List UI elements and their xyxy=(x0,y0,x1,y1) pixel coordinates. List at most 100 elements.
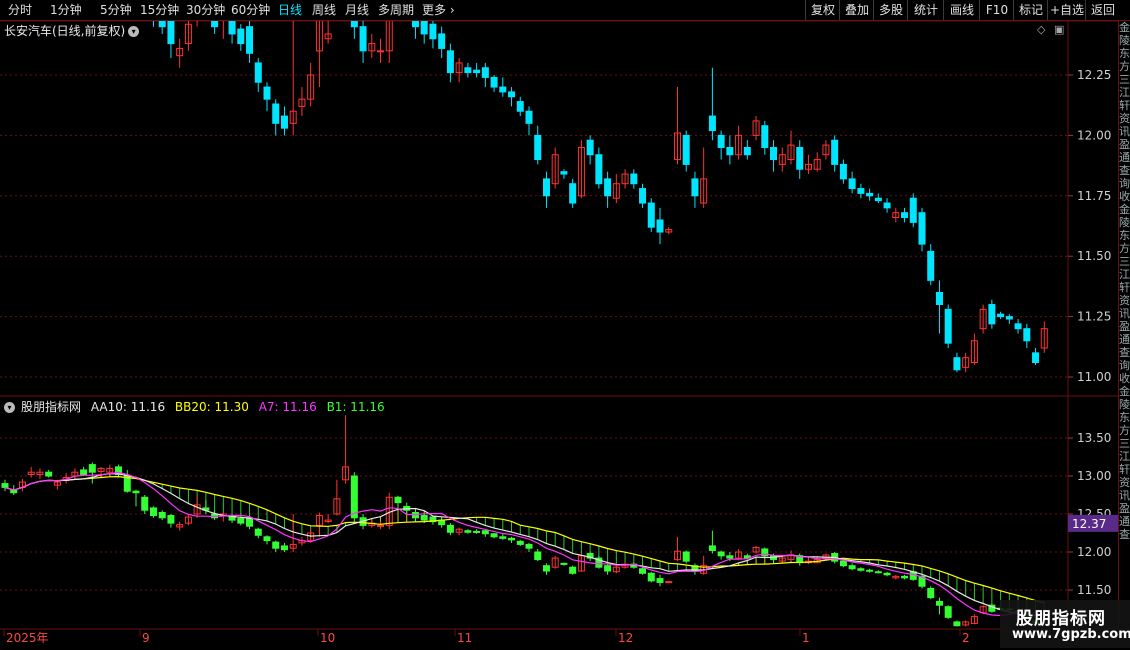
candle-body xyxy=(988,304,996,325)
period-15min[interactable]: 15分钟 xyxy=(140,2,179,18)
ind-candle-body xyxy=(446,524,454,533)
mark-button[interactable]: 标记 xyxy=(1013,0,1048,20)
side-panel-char: 东 xyxy=(1119,47,1130,60)
chart-title[interactable]: 长安汽车(日线,前复权) ▾ xyxy=(4,22,140,39)
candle-body xyxy=(743,146,751,156)
side-panel-char: 金 xyxy=(1119,21,1130,34)
ind-candle-body xyxy=(525,543,533,549)
candle-body xyxy=(534,134,542,161)
back-button[interactable]: 返回 xyxy=(1085,0,1120,20)
ind-candle-body xyxy=(848,565,856,570)
side-panel-char: 陵 xyxy=(1119,216,1130,229)
ind-candle-body xyxy=(534,551,542,561)
side-panel-char: 询 xyxy=(1119,359,1130,372)
ind-candle-body xyxy=(237,518,245,524)
add-watchlist-button[interactable]: +自选 xyxy=(1047,0,1086,20)
side-panel-char: 资 xyxy=(1119,476,1130,489)
side-panel-char: 查 xyxy=(1119,164,1130,177)
indicator-tick-label: 11.50 xyxy=(1077,583,1111,597)
candle-body xyxy=(761,125,769,148)
side-panel-char: 通 xyxy=(1119,333,1130,346)
side-panel-char: 通 xyxy=(1119,151,1130,164)
side-panel-char: 收 xyxy=(1119,190,1130,203)
ind-candle-body xyxy=(935,600,943,606)
period-60min[interactable]: 60分钟 xyxy=(231,2,270,18)
statistics-button[interactable]: 统计 xyxy=(907,0,944,20)
chevron-down-icon[interactable]: ▾ xyxy=(4,402,15,413)
ind-candle-body xyxy=(839,560,847,567)
candle-body xyxy=(542,178,550,197)
candle-body xyxy=(586,139,594,156)
ind-candle-body xyxy=(280,545,288,551)
period-multi[interactable]: 多周期 xyxy=(378,2,414,18)
indicator-lines xyxy=(4,471,1045,617)
side-panel-char: 资 xyxy=(1119,112,1130,125)
period-fenshi[interactable]: 分时 xyxy=(8,2,32,18)
side-panel-char: 金 xyxy=(1119,203,1130,216)
indicator-tick-label: 13.00 xyxy=(1077,469,1111,483)
candle-body xyxy=(560,171,568,175)
window-icon[interactable]: ▣ xyxy=(1054,23,1064,36)
indicator-tick-label: 13.50 xyxy=(1077,431,1111,445)
watermark: 股朋指标网 www.7gpzb.com xyxy=(1000,600,1130,648)
candle-body xyxy=(647,202,655,228)
candle-body xyxy=(639,188,647,204)
ind-candle-body xyxy=(560,562,568,565)
overlay-button[interactable]: 叠加 xyxy=(839,0,874,20)
side-panel-char: 陵 xyxy=(1119,398,1130,411)
candle-body xyxy=(429,23,437,40)
candle-body xyxy=(796,146,804,170)
chart-canvas[interactable]: 13.5013.2513.0012.7512.5012.2512.0011.75… xyxy=(0,0,1130,650)
ind-candle-body xyxy=(272,541,280,549)
side-panel-char: 轩 xyxy=(1119,99,1130,112)
candle-body xyxy=(525,110,533,124)
ind-candle-body xyxy=(141,496,149,511)
period-30min[interactable]: 30分钟 xyxy=(186,2,225,18)
ind-candle-body xyxy=(682,551,690,562)
f10-button[interactable]: F10 xyxy=(979,0,1014,20)
ind-candle-body xyxy=(88,464,96,473)
chevron-down-icon[interactable]: ▾ xyxy=(128,26,140,37)
ind-candle-body xyxy=(473,530,481,533)
candle-body xyxy=(246,26,254,54)
candle-body xyxy=(481,67,489,78)
draw-line-button[interactable]: 画线 xyxy=(943,0,980,20)
date-label: 2 xyxy=(962,631,970,645)
candle-body xyxy=(874,197,882,202)
side-panel-char: 江 xyxy=(1119,268,1130,281)
toolbar: 分时 1分钟 5分钟 15分钟 30分钟 60分钟 日线 周线 月线 多周期 更… xyxy=(0,0,1130,21)
date-label: 9 xyxy=(142,631,150,645)
param-b1: B1: 11.16 xyxy=(326,400,385,414)
period-1min[interactable]: 1分钟 xyxy=(50,2,82,18)
indicator-title[interactable]: ▾ 股朋指标网 AA10: 11.16 BB20: 11.30 A7: 11.16… xyxy=(4,398,391,415)
ind-candle-body xyxy=(726,555,734,559)
candle-body xyxy=(167,18,175,45)
candle-body xyxy=(516,101,524,112)
period-month[interactable]: 月线 xyxy=(345,2,369,18)
side-panel-char: 江 xyxy=(1119,450,1130,463)
ind-candle-body xyxy=(350,475,358,519)
ind-candle-body xyxy=(254,528,262,536)
right-info-panel[interactable]: 金陵东方三江轩资讯盈通查询收金陵东方三江轩资讯盈通查询收金陵东方三江轩资讯盈通查 xyxy=(1118,21,1130,629)
current-price-label: 12.37 xyxy=(1072,517,1106,531)
period-day[interactable]: 日线 xyxy=(278,2,302,18)
ind-candle-body xyxy=(874,571,882,574)
multi-stock-button[interactable]: 多股 xyxy=(873,0,908,20)
ind-candle-body xyxy=(411,511,419,519)
candle-body xyxy=(691,178,699,197)
period-more[interactable]: 更多 › xyxy=(422,2,455,18)
side-panel-char: 三 xyxy=(1119,437,1130,450)
candle-body xyxy=(420,18,428,35)
fuquan-button[interactable]: 复权 xyxy=(805,0,840,20)
side-panel-char: 东 xyxy=(1119,229,1130,242)
candle-body xyxy=(717,134,725,148)
period-5min[interactable]: 5分钟 xyxy=(100,2,132,18)
period-week[interactable]: 周线 xyxy=(312,2,336,18)
candle-body xyxy=(446,50,454,74)
chevron-right-icon: › xyxy=(446,3,455,17)
ind-candle-body xyxy=(1,483,9,488)
side-panel-char: 东 xyxy=(1119,411,1130,424)
price-tick-label: 11.75 xyxy=(1077,189,1111,203)
side-panel-char: 讯 xyxy=(1119,125,1130,138)
diamond-icon[interactable]: ◇ xyxy=(1037,23,1045,36)
